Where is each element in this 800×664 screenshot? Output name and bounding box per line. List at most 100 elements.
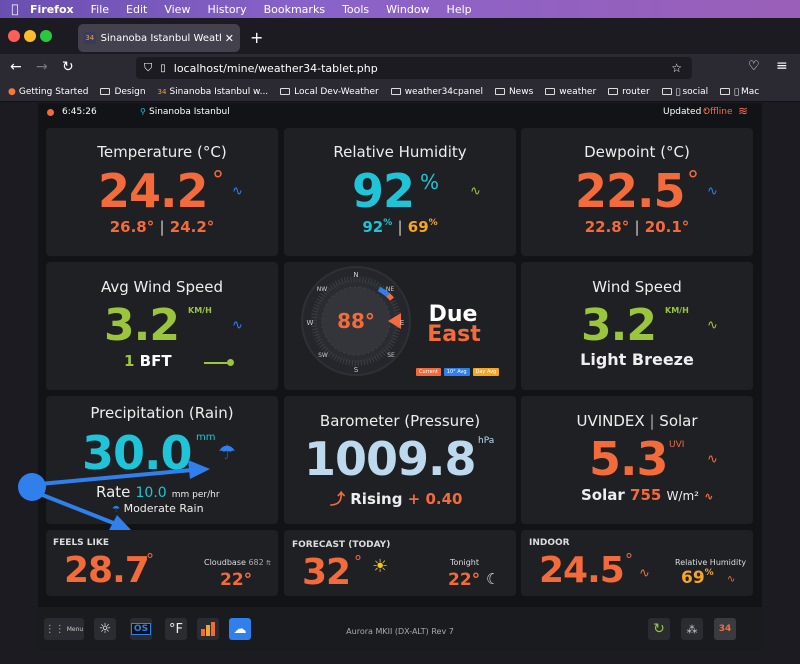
feels-like-card[interactable]: FEELS LIKE 28.7 ° Cloudbase 682 ft 22° [46,530,278,596]
bookmark-sinanoba[interactable]: 34 Sinanoba Istanbul w... [158,87,269,97]
bookmark-label: Mac [731,86,759,97]
lightbulb-icon: ⁂ [686,622,698,636]
pressure-unit: hPa [478,436,495,446]
precipitation-card[interactable]: Precipitation (Rain) 30.0 mm ☂ Rate 10.0… [46,396,278,524]
sun-icon: ☀ [372,556,389,577]
compass-ne: NE [386,286,394,293]
rate-unit: mm per/hr [171,490,220,500]
reload-icon[interactable]: ↻ [62,59,74,75]
page-icon: ▯ [160,62,166,74]
trend-rising-icon: ∿ [727,574,736,585]
fahrenheit-label: °F [169,621,183,637]
dewpoint-card[interactable]: Dewpoint (°C) 22.5 ° ∿ 22.8° | 20.1° [521,128,753,256]
menu-history[interactable]: History [207,3,246,16]
minimize-window-button[interactable] [24,30,36,42]
wifi-icon: ≋ [738,104,749,118]
folder-icon [545,88,556,95]
legend-current: Current [416,368,441,376]
wind-description: Light Breeze [580,350,694,369]
url-bar[interactable]: ⛉ ▯ localhost/mine/weather34-tablet.php … [136,57,692,79]
bookmark-design[interactable]: Design [100,87,146,97]
new-tab-icon[interactable]: + [250,28,263,47]
temperature-value: 24.2 [98,164,208,218]
menu-bookmarks[interactable]: Bookmarks [264,3,325,16]
avg-wind-card[interactable]: Avg Wind Speed 3.2 KM/H ∿ 1 BFT [46,262,278,390]
menu-firefox[interactable]: Firefox [30,3,74,16]
bookmark-label: router [622,86,650,97]
pocket-icon[interactable]: ♡ [748,59,760,74]
bookmark-label: Sinanoba Istanbul w... [169,86,269,97]
cloud-icon: ☁ [233,621,247,637]
menu-edit[interactable]: Edit [126,3,147,16]
apple-icon[interactable]:  [0,2,30,16]
indoor-humidity-value: 69 [681,568,705,588]
compass-n: N [353,271,358,279]
compass-sw: SW [318,352,328,359]
bookmark-star-icon[interactable]: ☆ [671,61,682,75]
folder-icon [390,88,401,95]
card-title: Avg Wind Speed [100,278,224,296]
weather34-badge[interactable]: 34 [714,618,736,640]
dewpoint-max: 22.8° [584,218,630,236]
compass-s: S [354,366,359,374]
legend-10deg-avg: 10° Avg [443,368,470,376]
menu-help[interactable]: Help [447,3,472,16]
solar-label: Solar [581,486,625,504]
forward-icon[interactable]: → [36,59,48,75]
folder-icon [720,88,731,95]
folder-icon [661,88,672,95]
bookmark-news[interactable]: News [494,87,533,97]
unit-toggle-button[interactable]: °F [165,618,187,640]
menu-button[interactable]: ⋮⋮ Menu [44,618,84,640]
indoor-card[interactable]: INDOOR 24.5 ° ∿ Relative Humidity 69% ∿ [521,530,753,596]
close-window-button[interactable] [8,30,20,42]
moon-icon: ☾ [486,570,500,588]
uv-solar-card[interactable]: UVINDEX | Solar 5.3 UVI ∿ Solar 755 W/m²… [521,396,753,524]
browser-tab[interactable]: 34 Sinanoba Istanbul Weather34 A ✕ [78,24,240,52]
shield-icon[interactable]: ⛉ [144,61,152,75]
temperature-card[interactable]: Temperature (°C) 24.2 ° ∿ 26.8° | 24.2° [46,128,278,256]
bookmark-social[interactable]: social [661,87,708,97]
wind-direction-card[interactable]: N NE E SE S SW W NW 88° Due East Current… [284,262,516,390]
bookmark-getting-started[interactable]: ● Getting Started [8,87,88,97]
rain-description: Moderate Rain [123,502,204,515]
bookmark-router[interactable]: router [608,86,650,97]
macos-menu-bar:  Firefox File Edit View History Bookmar… [0,0,800,18]
url-text[interactable]: localhost/mine/weather34-tablet.php [174,62,378,75]
refresh-button[interactable]: ↻ [648,618,670,640]
back-icon[interactable]: ← [10,59,22,75]
humidity-card[interactable]: Relative Humidity 92 % ∿ 92% | 69% [284,128,516,256]
bookmark-weather34cpanel[interactable]: weather34cpanel [390,86,483,97]
menu-window[interactable]: Window [386,3,429,16]
bookmark-weather[interactable]: weather [545,87,596,97]
wind-speed-card[interactable]: Wind Speed 3.2 KM/H ∿ Light Breeze [521,262,753,390]
menu-view[interactable]: View [164,3,190,16]
trend-rising-icon: ⤴ [330,490,346,508]
app-menu-icon[interactable]: ≡ [776,58,788,74]
close-tab-icon[interactable]: ✕ [225,32,234,45]
bookmark-mac[interactable]: Mac [720,87,759,97]
tab-strip: 34 Sinanoba Istanbul Weather34 A ✕ + [0,18,800,54]
weather-cloud-button[interactable]: ☁ [229,618,251,640]
status-bar: 6:45:26 ⚲ Sinanoba Istanbul Updated : Of… [38,103,762,123]
charts-button[interactable] [197,618,219,640]
theme-toggle-button[interactable]: ☼ [94,618,116,640]
zoom-window-button[interactable] [40,30,52,42]
humidity-max: 92 [362,218,384,236]
trend-rising-icon: ∿ [704,490,714,503]
bookmark-local-dev-weather[interactable]: Local Dev-Weather [280,87,379,97]
dewpoint-min: 20.1° [644,218,690,236]
menu-tools[interactable]: Tools [342,3,369,16]
trend-falling-icon: ∿ [232,318,243,333]
forecast-card[interactable]: FORECAST (TODAY) 32 ° ☀ Tonight 22° ☾ [284,530,516,596]
menu-file[interactable]: File [91,3,109,16]
bookmark-label: weather34cpanel [404,86,483,97]
beaufort-number: 1 [124,352,135,370]
light-toggle-button[interactable]: ⁂ [681,618,703,640]
tab-title: Sinanoba Istanbul Weather34 A [100,32,221,44]
folder-icon [494,88,505,95]
card-title: INDOOR [529,538,570,548]
barometer-card[interactable]: Barometer (Pressure) 1009.8 hPa ⤴ Rising… [284,396,516,524]
os-button[interactable]: OS [130,618,152,640]
card-title: FORECAST (TODAY) [292,540,391,550]
